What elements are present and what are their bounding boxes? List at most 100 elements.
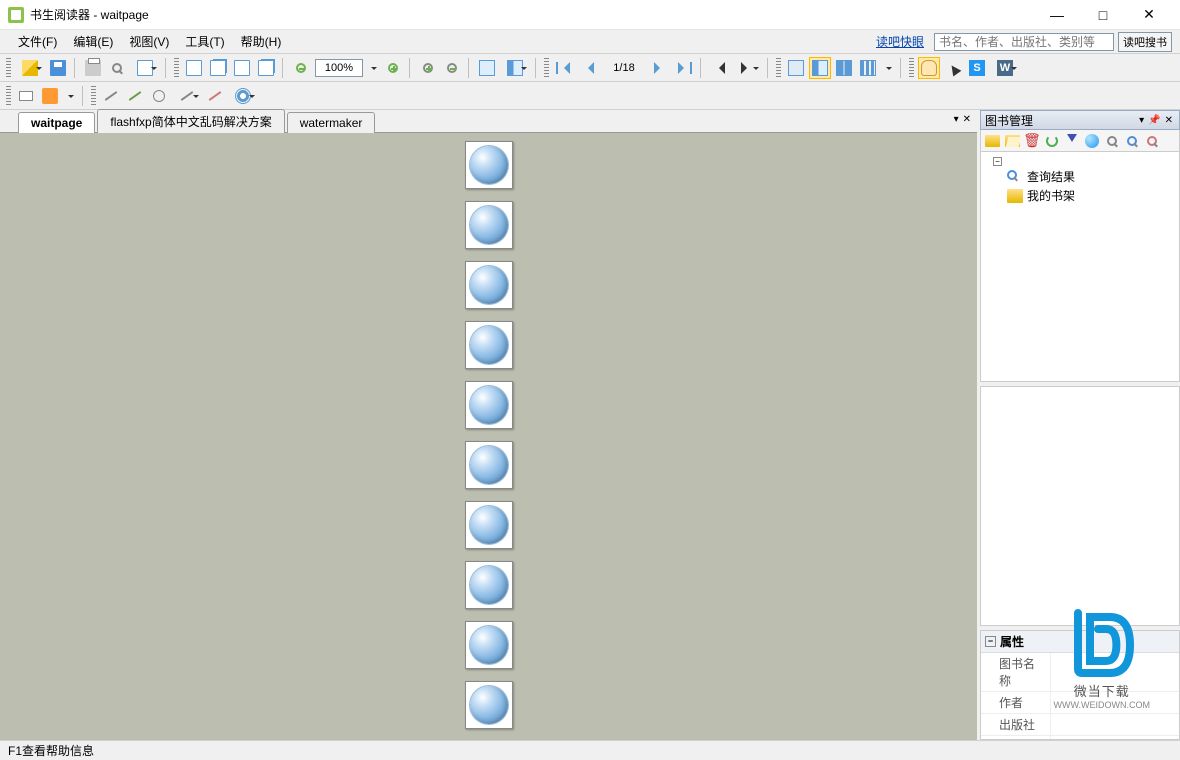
draw-shape-button[interactable] bbox=[172, 85, 202, 107]
toolbar-grip[interactable] bbox=[909, 58, 914, 78]
page-thumbnail[interactable] bbox=[465, 201, 513, 249]
page-continuous-icon bbox=[234, 60, 250, 76]
last-page-button[interactable] bbox=[673, 57, 695, 79]
menu-help[interactable]: 帮助(H) bbox=[233, 30, 290, 53]
zoom-input[interactable] bbox=[315, 59, 363, 77]
lib-search-button[interactable] bbox=[1103, 132, 1121, 150]
annot-highlight-button[interactable] bbox=[39, 85, 61, 107]
select-tool-button[interactable] bbox=[942, 57, 964, 79]
menu-edit[interactable]: 编辑(E) bbox=[65, 30, 121, 53]
view-dropdown[interactable] bbox=[881, 57, 895, 79]
open-button[interactable] bbox=[15, 57, 45, 79]
lib-open-button[interactable] bbox=[1003, 132, 1021, 150]
document-viewer[interactable] bbox=[0, 133, 977, 740]
properties-header[interactable]: − 属性 bbox=[981, 631, 1179, 653]
page-thumbnail[interactable] bbox=[465, 261, 513, 309]
panel-menu-button[interactable]: ▾ bbox=[1137, 115, 1146, 126]
lib-refresh-button[interactable] bbox=[1043, 132, 1061, 150]
settings-button[interactable] bbox=[228, 85, 258, 107]
lib-new-button[interactable] bbox=[983, 132, 1001, 150]
tree-collapse-button[interactable]: − bbox=[993, 157, 1002, 166]
save-button[interactable] bbox=[47, 57, 69, 79]
nav-back-button[interactable] bbox=[708, 57, 730, 79]
draw-erase-button[interactable] bbox=[204, 85, 226, 107]
page-single-button[interactable] bbox=[183, 57, 205, 79]
minimize-button[interactable]: — bbox=[1034, 0, 1080, 30]
first-page-button[interactable] bbox=[553, 57, 575, 79]
print-button[interactable] bbox=[82, 57, 104, 79]
close-button[interactable]: ✕ bbox=[1126, 0, 1172, 30]
tree-root[interactable]: − bbox=[985, 156, 1175, 167]
panel-close-button[interactable]: ✕ bbox=[1163, 115, 1175, 126]
fit-page-button[interactable] bbox=[500, 57, 530, 79]
lib-zoom-button[interactable] bbox=[1123, 132, 1141, 150]
page-continuous-button[interactable] bbox=[231, 57, 253, 79]
prop-key: 图书名称 bbox=[981, 653, 1051, 691]
view-facing-button[interactable] bbox=[809, 57, 831, 79]
search-icon bbox=[112, 63, 122, 73]
toolbar-grip[interactable] bbox=[776, 58, 781, 78]
zoom-out-button[interactable] bbox=[290, 57, 312, 79]
draw-pen-button[interactable] bbox=[100, 85, 122, 107]
save-icon bbox=[50, 60, 66, 76]
export-button[interactable] bbox=[130, 57, 160, 79]
toolbar-grip[interactable] bbox=[6, 58, 11, 78]
page-thumbnail[interactable] bbox=[465, 621, 513, 669]
tab-waitpage[interactable]: waitpage bbox=[18, 112, 95, 133]
page-thumbnail[interactable] bbox=[465, 441, 513, 489]
nav-forward-button[interactable] bbox=[732, 57, 762, 79]
tab-watermaker[interactable]: watermaker bbox=[287, 112, 376, 133]
page-thumbnail[interactable] bbox=[465, 561, 513, 609]
sphere-icon bbox=[470, 206, 508, 244]
tab-close-button[interactable]: ✕ bbox=[963, 114, 971, 125]
find-button[interactable] bbox=[106, 57, 128, 79]
search-button[interactable]: 读吧搜书 bbox=[1118, 32, 1172, 52]
view-single-button[interactable] bbox=[785, 57, 807, 79]
toolbar-grip[interactable] bbox=[91, 86, 96, 106]
page-thumbnail[interactable] bbox=[465, 381, 513, 429]
page-indicator[interactable] bbox=[600, 59, 648, 77]
page-thumbnail[interactable] bbox=[465, 141, 513, 189]
draw-line-button[interactable] bbox=[124, 85, 146, 107]
page-double-button[interactable] bbox=[207, 57, 229, 79]
panel-pin-button[interactable]: 📌 bbox=[1146, 115, 1162, 126]
maximize-button[interactable]: □ bbox=[1080, 0, 1126, 30]
zoom-in-button[interactable] bbox=[382, 57, 404, 79]
annot-note-button[interactable] bbox=[15, 85, 37, 107]
view-continuous-button[interactable] bbox=[833, 57, 855, 79]
zoom-actual-button[interactable] bbox=[417, 57, 439, 79]
tab-menu-button[interactable]: ▾ bbox=[954, 114, 959, 125]
toolbar-grip[interactable] bbox=[544, 58, 549, 78]
page-thumbnail[interactable] bbox=[465, 321, 513, 369]
quick-link[interactable]: 读吧快眼 bbox=[876, 33, 924, 50]
tree-item-query[interactable]: 查询结果 bbox=[985, 167, 1175, 186]
toolbar-grip[interactable] bbox=[174, 58, 179, 78]
view-grid-button[interactable] bbox=[857, 57, 879, 79]
next-page-button[interactable] bbox=[649, 57, 671, 79]
tab-flashfxp[interactable]: flashfxp简体中文乱码解决方案 bbox=[97, 109, 284, 133]
page-book-button[interactable] bbox=[255, 57, 277, 79]
hand-tool-button[interactable] bbox=[918, 57, 940, 79]
toolbar-grip[interactable] bbox=[6, 86, 11, 106]
tree-item-shelf[interactable]: 我的书架 bbox=[985, 186, 1175, 205]
draw-circle-button[interactable] bbox=[148, 85, 170, 107]
lib-config-button[interactable] bbox=[1143, 132, 1161, 150]
page-thumbnail[interactable] bbox=[465, 501, 513, 549]
annot-dropdown[interactable] bbox=[63, 85, 77, 107]
search-input[interactable] bbox=[934, 33, 1114, 51]
s-tool-button[interactable]: S bbox=[966, 57, 988, 79]
fit-width-button[interactable] bbox=[476, 57, 498, 79]
prev-page-button[interactable] bbox=[577, 57, 599, 79]
lib-web-button[interactable] bbox=[1083, 132, 1101, 150]
w-tool-button[interactable]: W bbox=[990, 57, 1020, 79]
page-thumbnail[interactable] bbox=[465, 681, 513, 729]
properties-collapse-button[interactable]: − bbox=[985, 636, 996, 647]
menu-file[interactable]: 文件(F) bbox=[10, 30, 65, 53]
menu-tools[interactable]: 工具(T) bbox=[177, 30, 232, 53]
zoom-dropdown[interactable] bbox=[366, 57, 380, 79]
lib-download-button[interactable] bbox=[1063, 132, 1081, 150]
config-icon bbox=[1147, 136, 1157, 146]
zoom-fit-button[interactable] bbox=[441, 57, 463, 79]
menu-view[interactable]: 视图(V) bbox=[121, 30, 177, 53]
lib-delete-button[interactable]: 🗑 bbox=[1023, 132, 1041, 150]
